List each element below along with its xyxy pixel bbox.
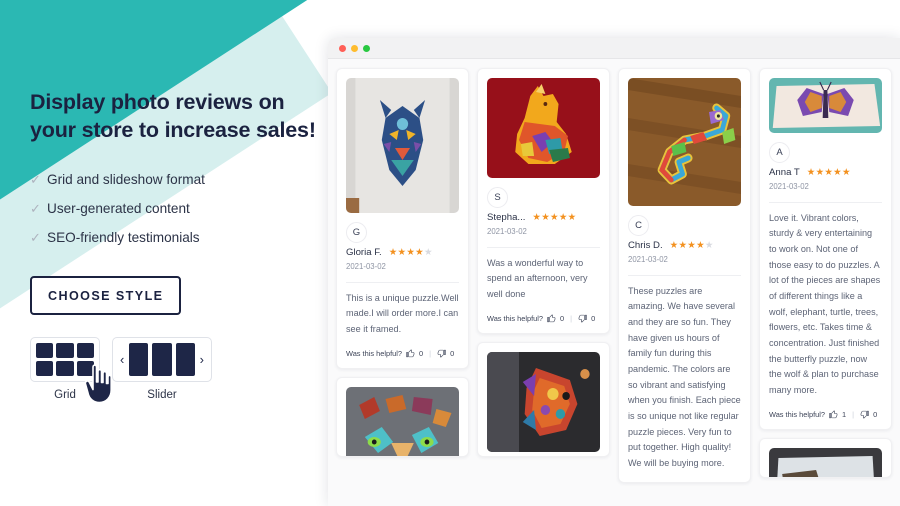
review-body: These puzzles are amazing. We have sever…: [628, 285, 741, 468]
choose-style-button[interactable]: CHOOSE STYLE: [30, 275, 182, 315]
review-card[interactable]: A Anna T ★★★★★ 2021-03-02 Love it. Vibra…: [759, 68, 892, 430]
review-body: Was a wonderful way to spend an afternoo…: [487, 257, 588, 300]
next-puzzle-photo[interactable]: [769, 447, 882, 477]
helpful-row: Was this helpful? 0 | 0: [487, 314, 600, 323]
feature-label: User-generated content: [47, 200, 190, 216]
pointing-hand-cursor-icon: [84, 364, 112, 404]
reviews-column: C Chris D. ★★★★★ 2021-03-02 These puzzle…: [618, 68, 751, 483]
thumbs-up-count: 1: [842, 409, 847, 419]
page-title: Display photo reviews on your store to i…: [30, 90, 316, 143]
helpful-row: Was this helpful? 1 | 0: [769, 410, 882, 419]
chevron-right-icon: ›: [199, 351, 204, 367]
reviewer-header: A Anna T ★★★★★ 2021-03-02: [769, 142, 882, 195]
review-date: 2021-03-02: [487, 227, 527, 236]
style-option-slider[interactable]: ‹ › Slider: [112, 336, 212, 401]
helpful-row: Was this helpful? 0 | 0: [346, 349, 459, 358]
thumbs-up-count: 0: [560, 313, 565, 323]
thumbs-down-count: 0: [591, 313, 596, 323]
reviews-column: A Anna T ★★★★★ 2021-03-02 Love it. Vibra…: [759, 68, 892, 478]
star-rating: ★★★★★: [806, 166, 851, 177]
review-card[interactable]: C Chris D. ★★★★★ 2021-03-02 These puzzle…: [618, 68, 751, 483]
thumbs-down-count: 0: [873, 409, 878, 419]
divider: [487, 246, 600, 248]
star-rating: ★★★★★: [388, 246, 433, 257]
wolf-puzzle-photo[interactable]: [346, 78, 459, 213]
chevron-left-icon: ‹: [120, 351, 125, 367]
list-item: ✓ User-generated content: [30, 201, 330, 216]
list-item: ✓ SEO-friendly testimonials: [30, 230, 330, 245]
thumbs-up-count: 0: [419, 348, 424, 358]
thumbs-down-icon[interactable]: [578, 314, 587, 323]
helpful-label: Was this helpful?: [769, 409, 826, 419]
reviewer-header: C Chris D. ★★★★★ 2021-03-02: [628, 215, 741, 268]
divider: |: [429, 348, 432, 358]
helpful-label: Was this helpful?: [487, 313, 544, 323]
reviews-column: G Gloria F. ★★★★★ 2021-03-02 This is a u…: [336, 68, 469, 457]
butterfly-puzzle-photo[interactable]: [769, 78, 882, 133]
style-option-label: Slider: [147, 388, 177, 401]
reviewer-header: G Gloria F. ★★★★★ 2021-03-02: [346, 222, 459, 275]
review-body: Love it. Vibrant colors, sturdy & very e…: [769, 212, 881, 395]
check-icon: ✓: [30, 200, 41, 216]
feature-list: ✓ Grid and slideshow format ✓ User-gener…: [30, 172, 330, 245]
check-icon: ✓: [30, 229, 41, 245]
style-option-group: Grid ‹ › Slider: [30, 336, 330, 401]
review-card[interactable]: [759, 437, 892, 478]
feature-label: Grid and slideshow format: [47, 171, 205, 187]
divider: [628, 274, 741, 276]
thumbs-down-count: 0: [450, 348, 455, 358]
zoom-dot[interactable]: [363, 44, 370, 52]
cat-puzzle-pieces-photo[interactable]: [346, 386, 459, 456]
close-dot[interactable]: [339, 44, 346, 52]
promo-banner: Display photo reviews on your store to i…: [0, 0, 900, 506]
review-date: 2021-03-02: [628, 255, 668, 264]
divider: [769, 201, 882, 203]
star-rating: ★★★★★: [669, 239, 714, 250]
thumbs-down-icon[interactable]: [860, 410, 869, 419]
reviewer-name: Anna T: [769, 167, 800, 178]
avatar: A: [769, 142, 790, 163]
marketing-panel: Display photo reviews on your store to i…: [30, 88, 330, 401]
fish-puzzle-photo[interactable]: [487, 351, 600, 452]
check-icon: ✓: [30, 171, 41, 187]
review-body: This is a unique puzzle.Well made.I will…: [346, 292, 459, 335]
divider: |: [570, 313, 573, 323]
slider-layout-icon[interactable]: ‹ ›: [112, 336, 212, 382]
avatar: G: [346, 222, 367, 243]
review-card[interactable]: [477, 341, 610, 457]
browser-window: G Gloria F. ★★★★★ 2021-03-02 This is a u…: [328, 38, 900, 506]
thumbs-up-icon[interactable]: [547, 314, 556, 323]
avatar: S: [487, 187, 508, 208]
review-card[interactable]: S Stepha... ★★★★★ 2021-03-02 Was a wonde…: [477, 68, 610, 334]
minimize-dot[interactable]: [351, 44, 358, 52]
chameleon-puzzle-photo[interactable]: [628, 78, 741, 206]
avatar: C: [628, 215, 649, 236]
thumbs-up-icon[interactable]: [406, 349, 415, 358]
reviewer-name: Gloria F.: [346, 247, 382, 258]
feature-label: SEO-friendly testimonials: [47, 229, 200, 245]
divider: |: [852, 409, 855, 419]
reviews-grid-viewport: G Gloria F. ★★★★★ 2021-03-02 This is a u…: [328, 59, 900, 506]
helpful-label: Was this helpful?: [346, 348, 403, 358]
thumbs-down-icon[interactable]: [437, 349, 446, 358]
reviews-column: S Stepha... ★★★★★ 2021-03-02 Was a wonde…: [477, 68, 610, 457]
review-card[interactable]: G Gloria F. ★★★★★ 2021-03-02 This is a u…: [336, 68, 469, 369]
browser-titlebar: [328, 38, 900, 59]
thumbs-up-icon[interactable]: [829, 409, 838, 419]
reviewer-header: S Stepha... ★★★★★ 2021-03-02: [487, 187, 600, 240]
review-date: 2021-03-02: [769, 182, 809, 191]
star-rating: ★★★★★: [532, 211, 577, 222]
review-card[interactable]: [336, 376, 469, 457]
reviewer-name: Stepha...: [487, 212, 526, 223]
divider: [346, 281, 459, 283]
review-date: 2021-03-02: [346, 262, 386, 271]
reviewer-name: Chris D.: [628, 240, 663, 251]
fox-puzzle-photo[interactable]: [487, 78, 600, 178]
list-item: ✓ Grid and slideshow format: [30, 172, 330, 187]
